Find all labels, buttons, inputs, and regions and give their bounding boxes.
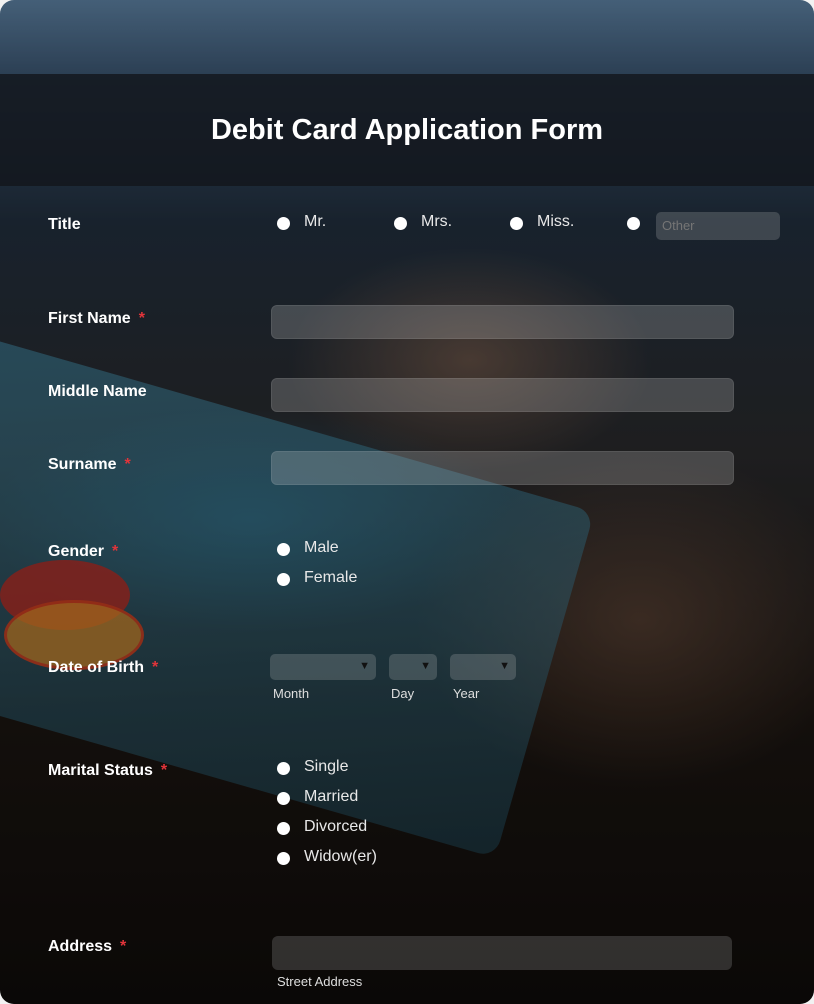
dob-day-select[interactable]: ▼ [389, 654, 437, 680]
radio-marital-married-label: Married [304, 788, 359, 805]
radio-title-miss[interactable] [510, 217, 523, 230]
radio-marital-widowed[interactable] [277, 852, 290, 865]
radio-gender-male[interactable] [277, 543, 290, 556]
required-asterisk: * [124, 456, 131, 473]
radio-marital-widowed-label: Widow(er) [304, 848, 377, 865]
chevron-down-icon: ▼ [359, 660, 370, 672]
surname-input[interactable] [271, 451, 734, 485]
required-asterisk: * [120, 938, 127, 955]
dob-label: Date of Birth * [48, 659, 159, 676]
radio-gender-female[interactable] [277, 573, 290, 586]
street-address-sublabel: Street Address [277, 974, 363, 989]
dob-day-sublabel: Day [391, 686, 415, 701]
address-label: Address * [48, 938, 127, 955]
radio-marital-divorced[interactable] [277, 822, 290, 835]
dob-month-sublabel: Month [273, 686, 310, 701]
street-address-input[interactable] [272, 936, 732, 970]
chevron-down-icon: ▼ [420, 660, 431, 672]
radio-marital-single[interactable] [277, 762, 290, 775]
required-asterisk: * [160, 762, 168, 779]
required-asterisk: * [138, 310, 145, 327]
radio-gender-female-label: Female [304, 569, 358, 586]
gender-label: Gender * [48, 543, 119, 560]
radio-gender-male-label: Male [304, 539, 339, 556]
radio-title-mrs-label: Mrs. [421, 213, 453, 230]
chevron-down-icon: ▼ [499, 660, 510, 672]
radio-title-miss-label: Miss. [537, 213, 575, 230]
dob-year-sublabel: Year [453, 686, 480, 701]
radio-title-mr[interactable] [277, 217, 290, 230]
dob-year-select[interactable]: ▼ [450, 654, 516, 680]
required-asterisk: * [152, 659, 159, 676]
radio-title-mr-label: Mr. [304, 213, 327, 230]
middle-name-label: Middle Name [48, 383, 147, 400]
radio-marital-single-label: Single [304, 758, 349, 775]
first-name-label: First Name * [48, 310, 145, 327]
radio-title-other[interactable] [627, 217, 640, 230]
radio-marital-married[interactable] [277, 792, 290, 805]
surname-label: Surname * [48, 456, 131, 473]
dob-month-select[interactable]: ▼ [270, 654, 376, 680]
middle-name-input[interactable] [271, 378, 734, 412]
form-frame: Debit Card Application Form Title Mr. Mr… [0, 0, 814, 1004]
title-other-input[interactable] [656, 212, 780, 240]
radio-marital-divorced-label: Divorced [304, 818, 368, 835]
marital-status-label: Marital Status * [48, 762, 168, 779]
required-asterisk: * [112, 543, 119, 560]
radio-title-mrs[interactable] [394, 217, 407, 230]
first-name-input[interactable] [271, 305, 734, 339]
title-label: Title [48, 216, 81, 233]
form-title: Debit Card Application Form [210, 114, 604, 146]
